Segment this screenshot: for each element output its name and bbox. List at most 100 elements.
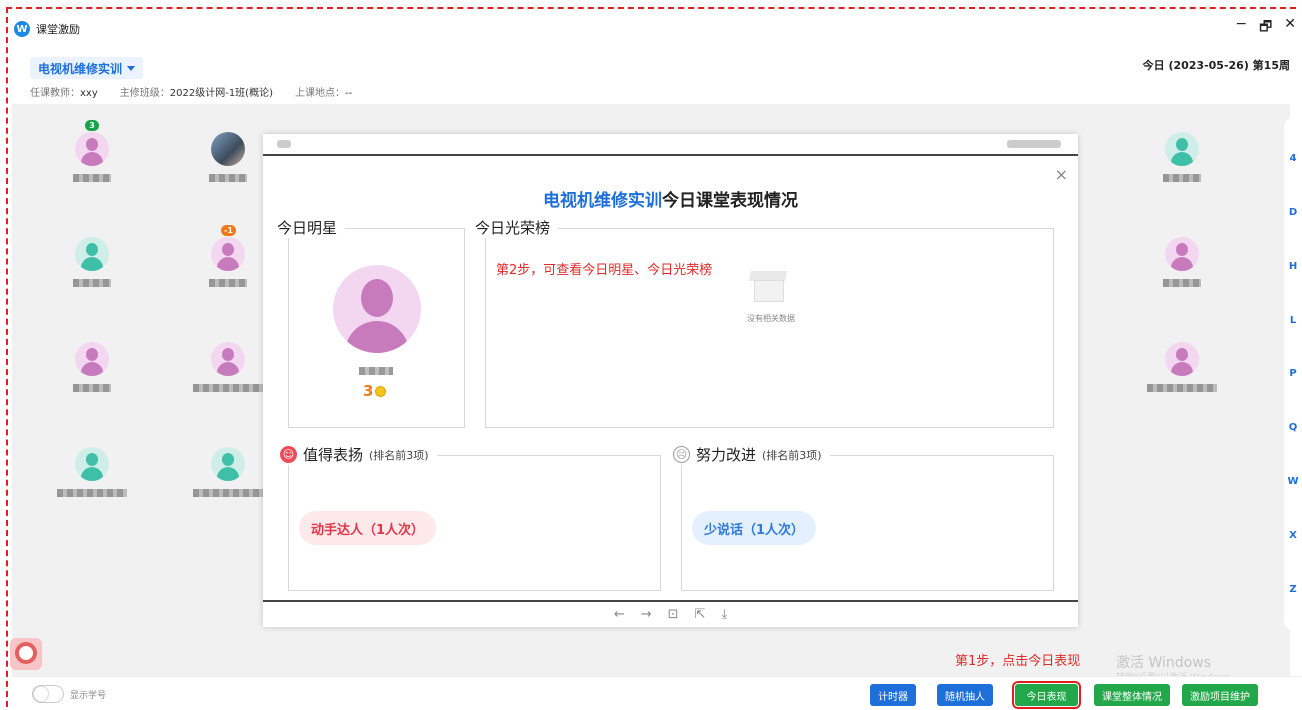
student-name-blurred xyxy=(1147,384,1217,392)
title-bar: W 课堂激励 xyxy=(14,18,80,40)
improve-note: (排名前3项) xyxy=(762,448,822,462)
student-card[interactable] xyxy=(52,237,132,287)
student-name-blurred xyxy=(73,174,111,182)
star-name-blurred xyxy=(359,367,393,375)
student-name-blurred xyxy=(1163,279,1201,287)
index-letter[interactable]: H xyxy=(1289,261,1297,272)
praise-note: (排名前3项) xyxy=(369,448,429,462)
random-pick-button[interactable]: 随机抽人 xyxy=(937,684,993,706)
class-overview-button[interactable]: 课堂整体情况 xyxy=(1094,684,1170,706)
student-card[interactable] xyxy=(52,342,132,392)
bottom-toolbar: 显示学号 计时器 随机抽人 今日表现 课堂整体情况 激励项目维护 xyxy=(12,676,1302,710)
modal-title: 电视机维修实训今日课堂表现情况 xyxy=(263,186,1078,211)
star-label: 今日明星 xyxy=(277,217,346,238)
improve-item: 少说话（1人次） xyxy=(692,511,817,545)
student-avatar xyxy=(75,447,109,481)
coin-icon xyxy=(375,385,387,397)
student-avatar xyxy=(1165,132,1199,166)
minimize-icon[interactable]: − xyxy=(1235,16,1247,40)
student-name-blurred xyxy=(209,279,247,287)
today-performance-button[interactable]: 今日表现 xyxy=(1012,681,1081,709)
app-window: W 课堂激励 − 🗗 ✕ 电视机维修实训 任课教师：xxy 主修班级：2022级… xyxy=(0,0,1302,710)
close-icon[interactable]: × xyxy=(1055,165,1068,184)
honor-panel: 第2步，可查看今日明星、今日光荣榜 没有相关数据 xyxy=(485,228,1054,428)
student-name-blurred xyxy=(209,174,247,182)
place-label: 上课地点： xyxy=(295,88,345,99)
student-avatar xyxy=(211,132,245,166)
sad-face-icon: ☹ xyxy=(673,446,690,463)
chevron-down-icon xyxy=(127,65,136,71)
student-avatar xyxy=(1165,237,1199,271)
class-value: 2022级计网-1班(概论) xyxy=(169,88,273,99)
timer-button[interactable]: 计时器 xyxy=(870,684,916,706)
back-arrow-icon[interactable]: ← xyxy=(614,607,625,622)
index-letter[interactable]: Z xyxy=(1289,584,1296,595)
student-avatar xyxy=(75,237,109,271)
index-letter[interactable]: P xyxy=(1289,368,1296,379)
index-letter[interactable]: X xyxy=(1289,530,1297,541)
window-controls: − 🗗 ✕ xyxy=(1235,16,1296,40)
index-letter[interactable]: D xyxy=(1289,207,1297,218)
student-card[interactable] xyxy=(52,447,132,497)
close-icon[interactable]: ✕ xyxy=(1284,16,1296,40)
class-label: 主修班级： xyxy=(119,88,170,99)
student-card[interactable] xyxy=(1142,237,1222,287)
improve-label: ☹ 努力改进 (排名前3项) xyxy=(673,444,830,465)
index-letter[interactable]: L xyxy=(1290,315,1296,326)
blurred-thumb xyxy=(1007,140,1061,148)
modal-footer-toolbar: ← → ⊡ ⇱ ⤓ xyxy=(263,600,1078,627)
index-letter[interactable]: 4 xyxy=(1290,153,1297,164)
student-card[interactable]: 3 xyxy=(52,120,132,182)
student-avatar xyxy=(211,447,245,481)
student-name-blurred xyxy=(73,279,111,287)
app-title: 课堂激励 xyxy=(36,23,80,36)
place-info: 上课地点：-- xyxy=(295,84,352,99)
star-score-value: 3 xyxy=(363,382,374,400)
app-logo-icon: W xyxy=(14,21,30,37)
forward-arrow-icon[interactable]: → xyxy=(641,607,652,622)
teacher-info: 任课教师：xxy xyxy=(30,84,98,99)
index-letter[interactable]: Q xyxy=(1289,422,1298,433)
student-card[interactable] xyxy=(188,447,268,497)
praise-panel: 动手达人（1人次） xyxy=(288,455,661,591)
praise-label: ☺ 值得表扬 (排名前3项) xyxy=(280,444,437,465)
student-card[interactable] xyxy=(1142,342,1222,392)
score-badge: 3 xyxy=(85,120,99,131)
restore-icon[interactable]: 🗗 xyxy=(1259,16,1272,40)
student-card[interactable] xyxy=(188,132,268,182)
student-card[interactable] xyxy=(188,342,268,392)
student-card[interactable]: -1 xyxy=(188,225,268,287)
empty-text: 没有相关数据 xyxy=(747,314,795,323)
student-avatar xyxy=(211,342,245,376)
fit-screen-icon[interactable]: ⊡ xyxy=(668,607,679,622)
modal-title-rest: 今日课堂表现情况 xyxy=(662,191,798,211)
class-info: 主修班级：2022级计网-1班(概论) xyxy=(120,84,273,99)
teacher-avatar[interactable] xyxy=(10,638,42,670)
star-panel: 3 xyxy=(288,228,465,428)
student-name-blurred xyxy=(73,384,111,392)
show-id-label: 显示学号 xyxy=(70,691,107,701)
annotation-dashed-border-left xyxy=(6,7,8,707)
student-name-blurred xyxy=(193,489,263,497)
student-name-blurred xyxy=(57,489,127,497)
download-icon[interactable]: ⤓ xyxy=(721,607,727,622)
improve-panel: 少说话（1人次） xyxy=(681,455,1054,591)
open-external-icon[interactable]: ⇱ xyxy=(695,607,706,622)
show-id-toggle[interactable] xyxy=(32,685,64,703)
modal-top-strip xyxy=(263,134,1078,156)
place-value: -- xyxy=(345,88,353,99)
course-info: 任课教师：xxy 主修班级：2022级计网-1班(概论) 上课地点：-- xyxy=(30,84,352,99)
student-avatar xyxy=(1165,342,1199,376)
honor-label-text: 今日光荣榜 xyxy=(475,219,551,237)
empty-box-icon xyxy=(749,271,787,302)
student-name-blurred xyxy=(193,384,263,392)
course-dropdown[interactable]: 电视机维修实训 xyxy=(30,57,144,79)
student-card[interactable] xyxy=(1142,132,1222,182)
star-score: 3 xyxy=(363,382,387,400)
index-letter[interactable]: W xyxy=(1287,476,1298,487)
star-avatar xyxy=(333,265,421,353)
honor-label: 今日光荣榜 xyxy=(475,217,559,238)
incentive-maintenance-button[interactable]: 激励项目维护 xyxy=(1182,684,1258,706)
student-avatar xyxy=(75,132,109,166)
happy-face-icon: ☺ xyxy=(280,446,297,463)
